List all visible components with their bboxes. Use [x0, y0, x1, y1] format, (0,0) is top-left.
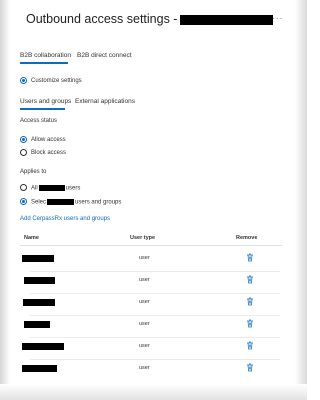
tab-external-applications[interactable]: External applications	[75, 98, 135, 105]
table-row: user	[23, 294, 280, 316]
tab-b2b-direct-connect[interactable]: B2B direct connect	[77, 52, 132, 59]
redacted-org-name	[38, 185, 65, 191]
redacted-user-name	[22, 365, 57, 372]
left-shadow	[0, 0, 10, 400]
user-type-cell: user	[139, 321, 150, 327]
settings-panel: Outbound access settings - ... B2B colla…	[10, 0, 295, 385]
access-status-heading: Access status	[20, 118, 58, 124]
table-row: user	[22, 338, 280, 360]
bottom-shadow	[0, 384, 307, 400]
user-type-cell: user	[139, 277, 150, 283]
allow-access-label: Allow access	[31, 137, 66, 143]
user-type-cell: user	[139, 299, 150, 305]
block-access-label: Block access	[31, 150, 67, 156]
trash-icon[interactable]	[246, 297, 254, 306]
trash-icon[interactable]	[246, 253, 254, 262]
redacted-user-name	[24, 321, 50, 328]
column-header-user-type[interactable]: User type	[130, 235, 155, 241]
page-title: Outbound access settings -	[26, 12, 274, 26]
redacted-user-name	[24, 277, 55, 284]
user-type-cell: user	[139, 255, 150, 261]
column-header-name[interactable]: Name	[24, 235, 39, 241]
add-users-and-groups-link[interactable]: Add CerpassRx users and groups	[20, 216, 110, 222]
tab-users-and-groups[interactable]: Users and groups	[20, 98, 71, 105]
table-row: user	[22, 360, 280, 382]
allow-access-radio[interactable]	[20, 136, 27, 143]
active-tab-indicator	[20, 62, 68, 64]
table-row: user	[24, 316, 280, 338]
active-subtab-indicator	[20, 108, 65, 110]
redacted-org-name	[47, 199, 75, 205]
redacted-user-name	[23, 299, 55, 306]
block-access-radio[interactable]	[20, 149, 27, 156]
applies-to-heading: Applies to	[20, 169, 47, 175]
select-users-label: Selec users and groups	[31, 199, 122, 206]
trash-icon[interactable]	[246, 341, 254, 350]
table-row: user	[22, 250, 280, 272]
redacted-user-name	[22, 343, 64, 350]
column-header-remove: Remove	[236, 235, 258, 241]
user-type-cell: user	[139, 343, 150, 349]
table-header-divider	[20, 245, 282, 246]
user-type-cell: user	[139, 365, 150, 371]
trash-icon[interactable]	[246, 275, 254, 284]
more-options-button[interactable]: ...	[272, 11, 283, 22]
tab-b2b-collaboration[interactable]: B2B collaboration	[20, 52, 71, 59]
all-users-label: All users	[31, 185, 81, 192]
all-users-radio[interactable]	[20, 184, 27, 191]
right-shadow	[295, 0, 307, 400]
redacted-user-name	[22, 255, 54, 262]
redacted-tenant-name	[180, 14, 274, 25]
trash-icon[interactable]	[246, 319, 254, 328]
select-users-radio[interactable]	[20, 198, 27, 205]
customize-settings-label: Customize settings	[31, 78, 82, 84]
trash-icon[interactable]	[246, 363, 254, 372]
customize-settings-radio[interactable]	[20, 77, 27, 84]
table-row: user	[24, 272, 280, 294]
